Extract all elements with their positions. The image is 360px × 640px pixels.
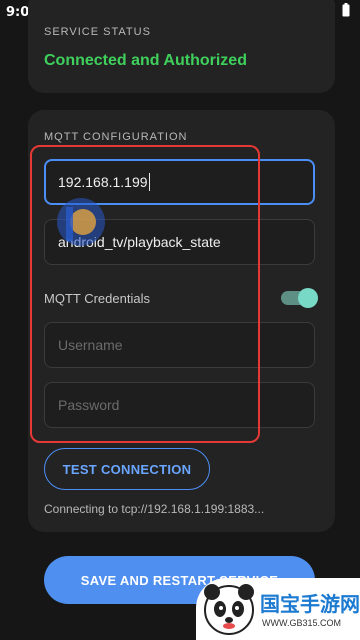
panda-icon <box>204 584 254 635</box>
highlight-box <box>30 145 260 443</box>
site-logo: 国宝手游网 WWW.GB315.COM <box>196 578 360 640</box>
service-status-value: Connected and Authorized <box>44 52 247 69</box>
watermark-logo-icon <box>57 198 105 246</box>
credentials-toggle[interactable] <box>281 288 318 308</box>
toggle-knob <box>298 288 318 308</box>
connection-status-text: Connecting to tcp://192.168.1.199:1883..… <box>44 502 265 516</box>
test-connection-button[interactable]: TEST CONNECTION <box>44 448 210 490</box>
service-status-card: SERVICE STATUS Connected and Authorized <box>28 0 335 93</box>
mqtt-config-label: MQTT CONFIGURATION <box>44 131 188 143</box>
battery-icon <box>342 3 350 21</box>
service-status-label: SERVICE STATUS <box>44 26 151 38</box>
site-logo-title: 国宝手游网 <box>260 592 360 616</box>
site-logo-url: WWW.GB315.COM <box>262 618 342 628</box>
